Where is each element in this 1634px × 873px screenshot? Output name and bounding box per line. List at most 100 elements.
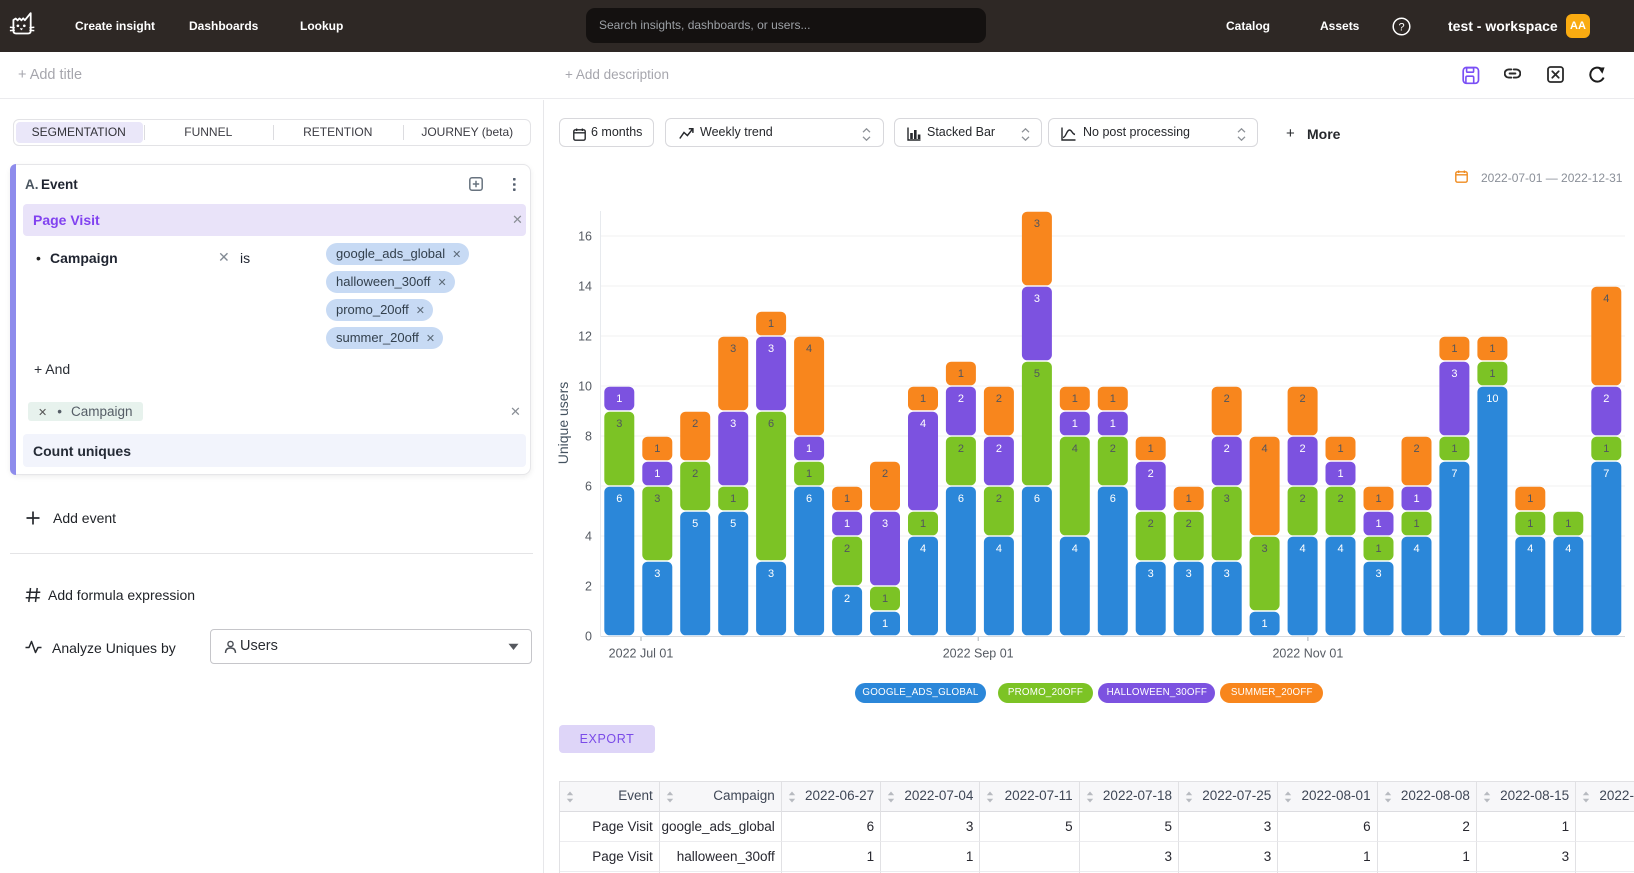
- svg-text:3: 3: [1148, 568, 1154, 580]
- svg-text:1: 1: [1148, 443, 1154, 455]
- svg-text:4: 4: [1565, 543, 1571, 555]
- svg-text:1: 1: [958, 368, 964, 380]
- svg-text:1: 1: [1527, 518, 1533, 530]
- svg-text:6: 6: [1034, 493, 1040, 505]
- svg-text:3: 3: [1224, 568, 1230, 580]
- svg-text:2: 2: [996, 393, 1002, 405]
- svg-text:3: 3: [882, 518, 888, 530]
- svg-text:3: 3: [1186, 568, 1192, 580]
- svg-text:2: 2: [996, 443, 1002, 455]
- svg-text:1: 1: [844, 518, 850, 530]
- svg-text:1: 1: [1110, 418, 1116, 430]
- svg-text:1: 1: [1489, 343, 1495, 355]
- svg-text:3: 3: [654, 493, 660, 505]
- svg-text:12: 12: [578, 330, 592, 344]
- svg-text:2: 2: [1413, 443, 1419, 455]
- svg-text:2022 Nov 01: 2022 Nov 01: [1272, 647, 1343, 661]
- svg-text:1: 1: [1186, 493, 1192, 505]
- svg-text:3: 3: [1034, 293, 1040, 305]
- svg-text:3: 3: [616, 418, 622, 430]
- svg-text:Unique users: Unique users: [555, 382, 571, 465]
- svg-text:2: 2: [1148, 518, 1154, 530]
- svg-text:2: 2: [996, 493, 1002, 505]
- svg-text:2022 Sep 01: 2022 Sep 01: [943, 647, 1014, 661]
- svg-text:4: 4: [1337, 543, 1343, 555]
- svg-text:1: 1: [1413, 493, 1419, 505]
- svg-text:3: 3: [1375, 568, 1381, 580]
- svg-text:1: 1: [806, 443, 812, 455]
- svg-text:2: 2: [958, 443, 964, 455]
- svg-text:2: 2: [1300, 493, 1306, 505]
- svg-text:2: 2: [1337, 493, 1343, 505]
- svg-text:1: 1: [1262, 618, 1268, 630]
- svg-text:1: 1: [654, 468, 660, 480]
- svg-text:3: 3: [730, 418, 736, 430]
- svg-text:1: 1: [1603, 443, 1609, 455]
- svg-text:4: 4: [1262, 443, 1268, 455]
- svg-text:4: 4: [1413, 543, 1419, 555]
- svg-text:3: 3: [730, 343, 736, 355]
- svg-text:1: 1: [1072, 418, 1078, 430]
- svg-text:7: 7: [1603, 468, 1609, 480]
- svg-text:2: 2: [1110, 443, 1116, 455]
- svg-text:1: 1: [1337, 443, 1343, 455]
- svg-text:1: 1: [1565, 518, 1571, 530]
- svg-text:6: 6: [768, 418, 774, 430]
- svg-text:6: 6: [1110, 493, 1116, 505]
- svg-text:5: 5: [730, 518, 736, 530]
- svg-text:1: 1: [882, 593, 888, 605]
- svg-text:3: 3: [768, 568, 774, 580]
- svg-text:7: 7: [1451, 468, 1457, 480]
- svg-text:14: 14: [578, 280, 592, 294]
- svg-text:2: 2: [585, 580, 592, 594]
- svg-text:1: 1: [1375, 543, 1381, 555]
- svg-text:6: 6: [958, 493, 964, 505]
- svg-text:1: 1: [1375, 518, 1381, 530]
- svg-text:5: 5: [692, 518, 698, 530]
- svg-text:3: 3: [768, 343, 774, 355]
- svg-text:2: 2: [958, 393, 964, 405]
- svg-text:2: 2: [1300, 393, 1306, 405]
- svg-text:1: 1: [768, 318, 774, 330]
- svg-text:1: 1: [1375, 493, 1381, 505]
- svg-text:4: 4: [920, 418, 926, 430]
- svg-text:4: 4: [1603, 293, 1609, 305]
- svg-text:16: 16: [578, 230, 592, 244]
- svg-text:1: 1: [1451, 443, 1457, 455]
- svg-text:4: 4: [585, 530, 592, 544]
- svg-text:1: 1: [1110, 393, 1116, 405]
- svg-text:6: 6: [585, 480, 592, 494]
- svg-text:1: 1: [1527, 493, 1533, 505]
- svg-text:4: 4: [1527, 543, 1533, 555]
- svg-text:3: 3: [1451, 368, 1457, 380]
- svg-text:4: 4: [1072, 543, 1078, 555]
- svg-text:1: 1: [730, 493, 736, 505]
- svg-text:1: 1: [844, 493, 850, 505]
- svg-text:1: 1: [616, 393, 622, 405]
- svg-text:?: ?: [1398, 22, 1404, 34]
- svg-text:2: 2: [844, 543, 850, 555]
- svg-text:3: 3: [1034, 218, 1040, 230]
- svg-text:4: 4: [1072, 443, 1078, 455]
- svg-text:1: 1: [882, 618, 888, 630]
- svg-text:1: 1: [1451, 343, 1457, 355]
- svg-text:1: 1: [1337, 468, 1343, 480]
- svg-text:6: 6: [616, 493, 622, 505]
- svg-text:2022 Jul 01: 2022 Jul 01: [609, 647, 674, 661]
- svg-text:4: 4: [996, 543, 1002, 555]
- svg-text:5: 5: [1034, 368, 1040, 380]
- svg-text:2: 2: [1300, 443, 1306, 455]
- svg-text:2: 2: [1148, 468, 1154, 480]
- svg-text:3: 3: [654, 568, 660, 580]
- svg-text:4: 4: [1300, 543, 1306, 555]
- svg-text:1: 1: [1413, 518, 1419, 530]
- svg-text:0: 0: [585, 630, 592, 644]
- svg-text:1: 1: [1072, 393, 1078, 405]
- svg-text:1: 1: [654, 443, 660, 455]
- svg-text:3: 3: [1262, 543, 1268, 555]
- svg-text:4: 4: [806, 343, 812, 355]
- svg-text:2: 2: [692, 418, 698, 430]
- svg-text:2: 2: [1224, 443, 1230, 455]
- svg-text:2: 2: [1186, 518, 1192, 530]
- svg-text:2: 2: [1224, 393, 1230, 405]
